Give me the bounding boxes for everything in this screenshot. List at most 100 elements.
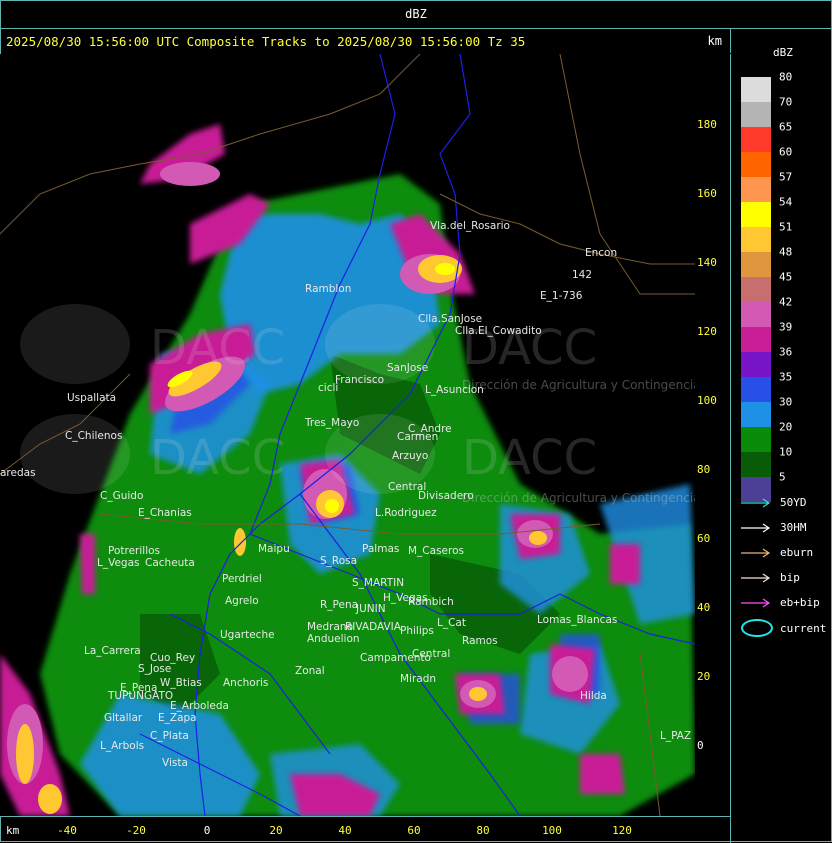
svg-text:Medrano: Medrano	[307, 621, 353, 633]
dbz-label: 10	[779, 445, 793, 459]
track-entry: eb+bip	[741, 596, 829, 612]
svg-text:DACC: DACC	[462, 430, 597, 486]
svg-text:Anduelion: Anduelion	[307, 633, 360, 645]
svg-text:E_Zapa: E_Zapa	[158, 712, 197, 724]
svg-text:Gltallar: Gltallar	[104, 712, 143, 724]
x-tick: 80	[476, 824, 490, 837]
dbz-swatch	[741, 127, 771, 152]
svg-text:L_PAZ: L_PAZ	[660, 730, 691, 742]
product-title: 2025/08/30 15:56:00 UTC Composite Tracks…	[6, 34, 526, 49]
svg-text:RIVADAVIA: RIVADAVIA	[345, 621, 402, 633]
svg-text:Vla.del_Rosario: Vla.del_Rosario	[430, 220, 510, 232]
legend-panel: dBZ 80 70 65 60 57 54 51 48 45 42 39 36 35 30 20 10 5 50…	[731, 29, 832, 842]
x-tick: -20	[126, 824, 146, 837]
legend-title: dBZ	[773, 46, 793, 59]
svg-text:TUPUNGATO: TUPUNGATO	[107, 690, 173, 702]
svg-text:Clla.SanJose: Clla.SanJose	[418, 313, 482, 325]
dbz-label: 45	[779, 270, 793, 284]
x-tick: 100	[542, 824, 562, 837]
dbz-swatch	[741, 277, 771, 302]
svg-text:La_Carrera: La_Carrera	[84, 645, 141, 657]
svg-text:Tres_Mayo: Tres_Mayo	[304, 417, 359, 429]
y-tick: 160	[697, 187, 717, 200]
svg-text:Carmen: Carmen	[397, 431, 438, 443]
track-label: 30HM	[780, 521, 807, 534]
y-tick: 120	[697, 325, 717, 338]
dbz-swatch	[741, 152, 771, 177]
track-entry: eburn	[741, 546, 829, 562]
svg-text:142: 142	[572, 269, 592, 281]
x-tick: -40	[57, 824, 77, 837]
svg-text:Clla.El_Cowadito: Clla.El_Cowadito	[455, 325, 542, 337]
dbz-swatch	[741, 177, 771, 202]
svg-text:Francisco: Francisco	[335, 374, 384, 386]
radar-map-svg: DACC DACC Dirección de Agricultura y Con…	[0, 54, 695, 816]
dbz-swatch	[741, 202, 771, 227]
svg-text:aredas: aredas	[0, 467, 36, 479]
dbz-label: 5	[779, 470, 786, 484]
dbz-label: 36	[779, 345, 793, 359]
dbz-swatch	[741, 102, 771, 127]
svg-text:L_Cat: L_Cat	[437, 617, 466, 629]
y-tick: 0	[697, 739, 704, 752]
x-axis: km -40 -20 0 20 40 60 80 100 120	[0, 816, 731, 843]
svg-text:E_Arboleda: E_Arboleda	[170, 700, 229, 712]
window-title: dBZ	[0, 0, 832, 29]
y-tick: 180	[697, 118, 717, 131]
dbz-label: 60	[779, 145, 793, 159]
dbz-label: 70	[779, 95, 793, 109]
svg-text:C_Plata: C_Plata	[150, 730, 189, 742]
dbz-swatch	[741, 427, 771, 452]
track-arrow-icon	[741, 523, 771, 533]
track-arrow-icon	[741, 573, 771, 583]
track-arrow-icon	[741, 548, 771, 558]
svg-text:Hilda: Hilda	[580, 690, 607, 702]
svg-text:Zonal: Zonal	[295, 665, 325, 677]
svg-text:Perdriel: Perdriel	[222, 573, 262, 585]
svg-text:Agrelo: Agrelo	[225, 595, 259, 607]
y-tick: 20	[697, 670, 711, 683]
track-label: eb+bip	[780, 596, 820, 609]
dbz-label: 51	[779, 220, 793, 234]
svg-text:E_1-736: E_1-736	[540, 290, 583, 302]
svg-text:cicli: cicli	[318, 382, 338, 394]
svg-text:M_Caseros: M_Caseros	[408, 545, 464, 557]
svg-text:Philips: Philips	[400, 625, 434, 637]
dbz-swatch	[741, 402, 771, 427]
dbz-swatch	[741, 302, 771, 327]
dbz-label: 35	[779, 370, 793, 384]
svg-text:Ramos: Ramos	[462, 635, 498, 647]
svg-text:E_Chanias: E_Chanias	[138, 507, 192, 519]
track-arrow-icon	[741, 498, 771, 508]
current-label: current	[780, 622, 827, 635]
svg-text:Vista: Vista	[162, 757, 188, 769]
track-label: eburn	[780, 546, 814, 559]
svg-text:SanJose: SanJose	[387, 362, 428, 374]
svg-text:Dirección de Agricultura y Con: Dirección de Agricultura y Contingencias…	[462, 491, 695, 505]
track-entry: 30HM	[741, 521, 829, 537]
dbz-swatch	[741, 77, 771, 102]
y-tick: 140	[697, 256, 717, 269]
x-tick: 20	[269, 824, 283, 837]
svg-text:L.Rodriguez: L.Rodriguez	[375, 507, 437, 519]
svg-text:Cacheuta: Cacheuta	[145, 557, 195, 569]
svg-text:R_Pena: R_Pena	[320, 599, 358, 611]
dbz-label: 57	[779, 170, 793, 184]
y-tick: 40	[697, 601, 711, 614]
dbz-label: 42	[779, 295, 793, 309]
dbz-swatch	[741, 327, 771, 352]
svg-text:DACC: DACC	[150, 320, 285, 376]
dbz-label: 54	[779, 195, 793, 209]
track-arrow-icon	[741, 598, 771, 608]
svg-text:Lomas_Blancas: Lomas_Blancas	[537, 614, 617, 626]
dbz-swatch	[741, 227, 771, 252]
radar-map[interactable]: DACC DACC Dirección de Agricultura y Con…	[0, 54, 695, 816]
dbz-label: 80	[779, 70, 793, 84]
y-tick: 80	[697, 463, 711, 476]
svg-text:JUNIN: JUNIN	[355, 603, 386, 615]
x-axis-unit: km	[6, 824, 20, 837]
svg-text:Ugarteche: Ugarteche	[220, 629, 275, 641]
svg-text:S_MARTIN: S_MARTIN	[352, 577, 404, 589]
dbz-swatch	[741, 377, 771, 402]
svg-text:Palmas: Palmas	[362, 543, 399, 555]
